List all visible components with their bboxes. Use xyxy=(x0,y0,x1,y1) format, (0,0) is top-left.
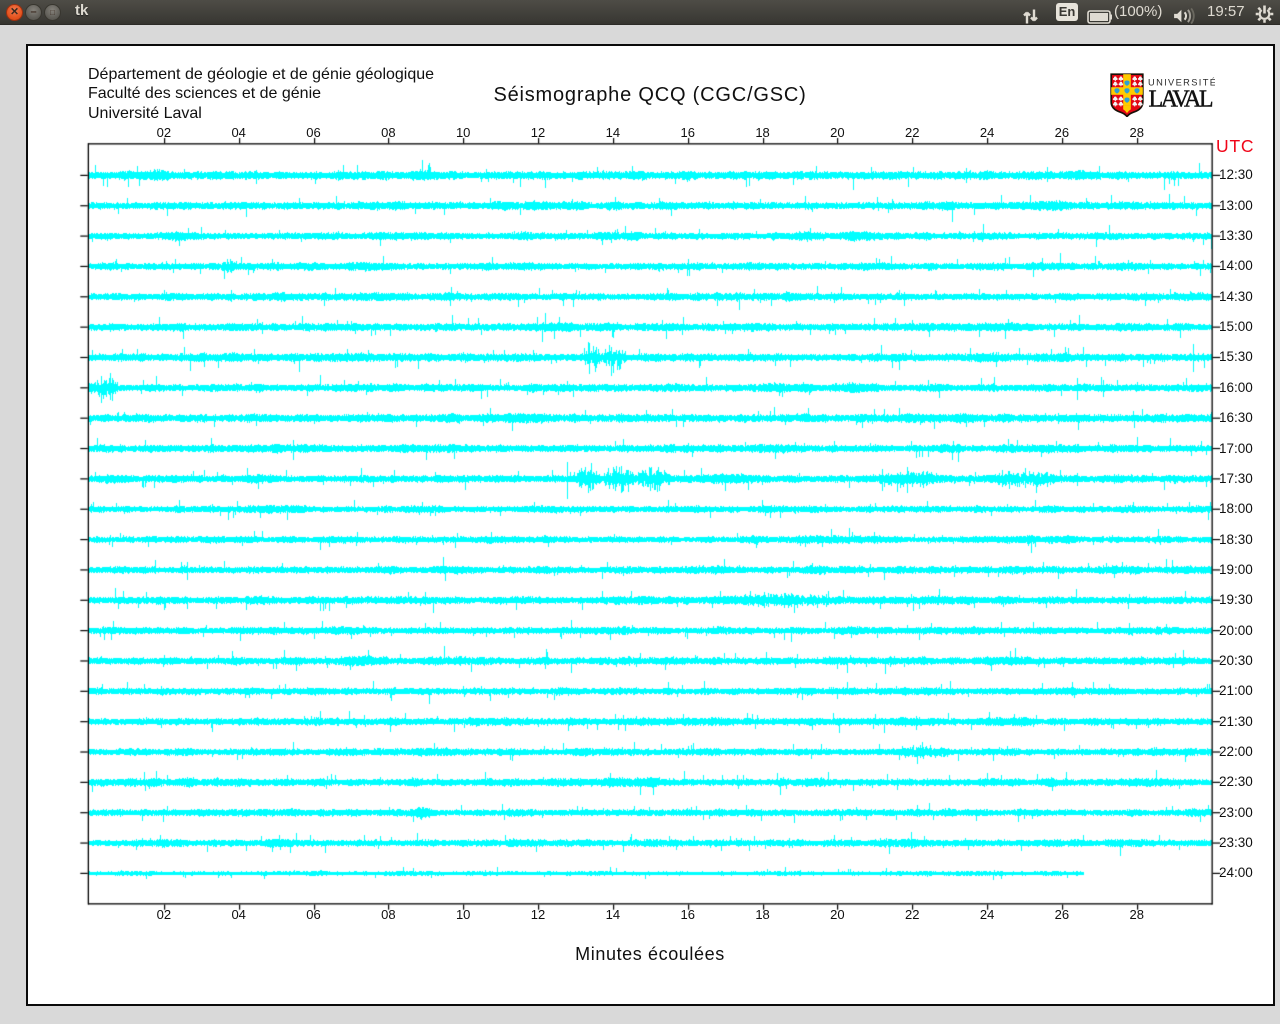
svg-text:LAVAL: LAVAL xyxy=(1149,87,1214,113)
